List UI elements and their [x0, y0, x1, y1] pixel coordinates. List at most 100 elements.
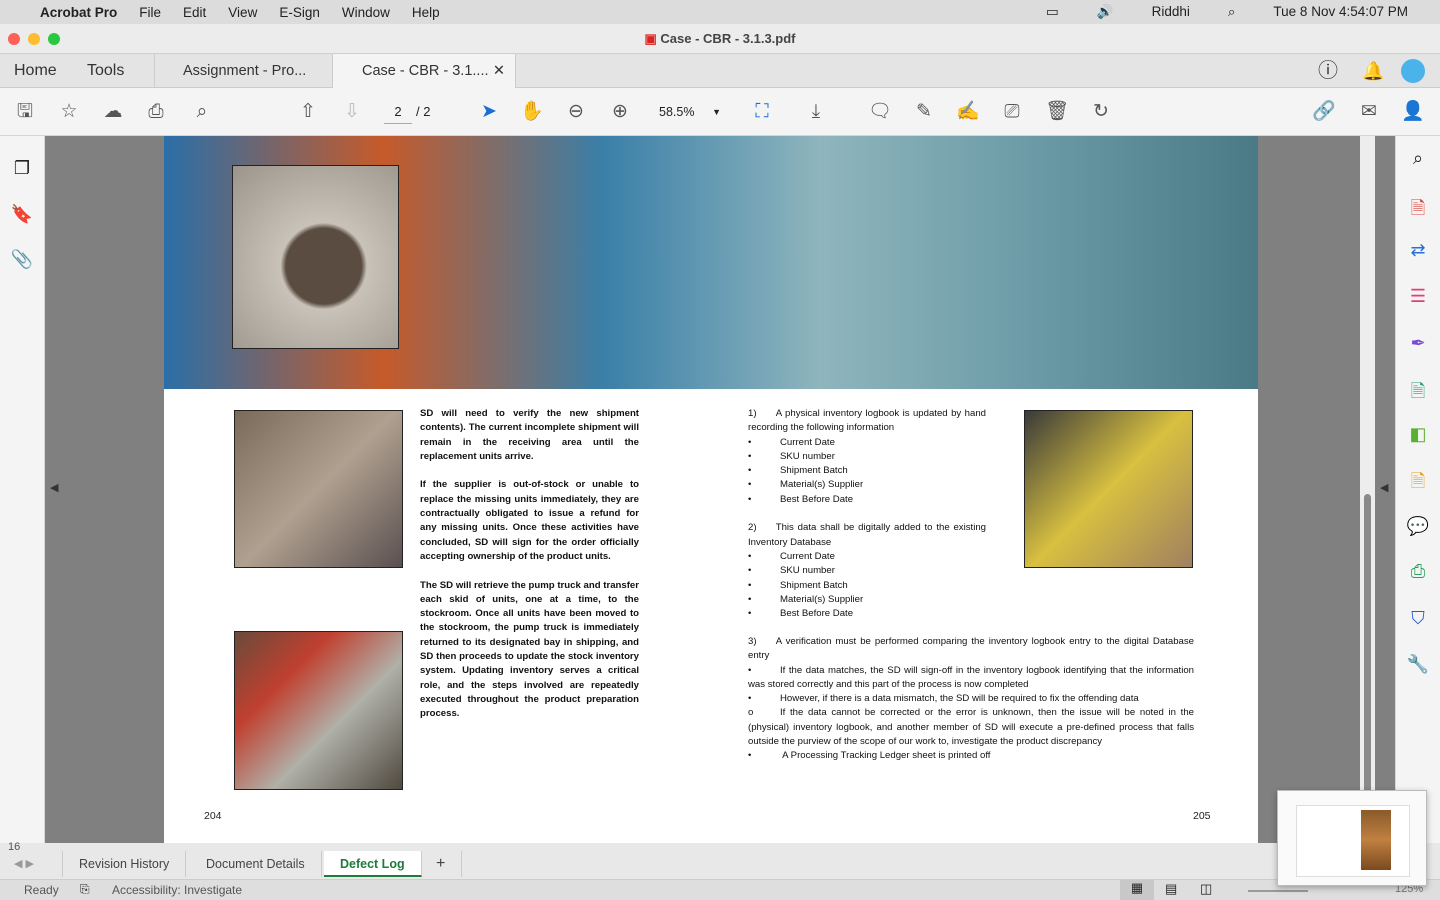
thumbnail-image: [1361, 810, 1391, 870]
menu-file[interactable]: File: [139, 5, 161, 20]
compare-icon[interactable]: ◧: [1406, 424, 1430, 448]
create-pdf-icon[interactable]: 🗎: [1406, 196, 1430, 220]
battery-icon[interactable]: ▭: [1046, 4, 1059, 20]
search-icon[interactable]: ⌕: [1228, 4, 1236, 20]
left-nav-panel: ❐ 🔖 📎: [0, 136, 45, 843]
menu-app[interactable]: Acrobat Pro: [40, 5, 117, 20]
edit-pdf-icon[interactable]: 🗎: [1406, 469, 1430, 493]
close-window-button[interactable]: [8, 33, 20, 45]
close-tab-icon[interactable]: ✕: [493, 54, 505, 88]
zoom-slider[interactable]: [1248, 890, 1308, 892]
pdf-icon: ▣: [644, 31, 661, 46]
tab-home[interactable]: Home: [14, 54, 57, 88]
zoom-out-icon[interactable]: ⊖: [564, 100, 588, 124]
item-text: A Processing Tracking Ledger sheet is pr…: [780, 750, 991, 762]
tab-label: Case - CBR - 3.1....: [362, 63, 489, 79]
print-icon[interactable]: ⎙: [144, 100, 168, 124]
send-review-icon[interactable]: 🗎: [1406, 379, 1430, 403]
minimize-window-button[interactable]: [28, 33, 40, 45]
scrollbar-thumb[interactable]: [1364, 494, 1371, 794]
select-cursor-icon[interactable]: ➤: [477, 100, 501, 124]
highlight-icon[interactable]: ✎: [912, 100, 936, 124]
worker-pump-truck-image: [234, 631, 403, 790]
share-user-icon[interactable]: 👤: [1401, 100, 1425, 124]
vertical-scrollbar[interactable]: [1360, 136, 1375, 843]
menu-edit[interactable]: Edit: [183, 5, 206, 20]
tab-case-cbr[interactable]: Case - CBR - 3.1.... ✕: [332, 54, 516, 88]
fill-sign-icon[interactable]: ✒: [1406, 333, 1430, 357]
worker-pallet-image: [234, 410, 403, 568]
menu-user[interactable]: Riddhi: [1152, 4, 1190, 20]
left-column-text: SD will need to verify the new shipment …: [420, 407, 639, 722]
window-title: Case - CBR - 3.1.3.pdf: [660, 31, 796, 46]
protect-shield-icon[interactable]: ⛉: [1406, 608, 1430, 632]
zoom-search-icon[interactable]: ⌕: [190, 100, 214, 124]
avatar[interactable]: [1401, 59, 1425, 83]
organize-pages-icon[interactable]: ☰: [1406, 286, 1430, 310]
item-text: If the data matches, the SD will sign-of…: [748, 664, 1194, 690]
menu-view[interactable]: View: [228, 5, 257, 20]
page-number-input[interactable]: 2: [384, 100, 412, 124]
macro-icon[interactable]: ⎘: [80, 882, 90, 897]
add-sheet-button[interactable]: +: [420, 851, 463, 877]
row-number: 16: [8, 841, 21, 853]
export-pdf-icon[interactable]: ⇄: [1406, 240, 1430, 264]
zoom-tool-icon[interactable]: ⌕: [1406, 148, 1430, 172]
tab-tools[interactable]: Tools: [87, 54, 124, 88]
worker-coffee-bags-image: [1024, 410, 1193, 568]
expand-left-panel-icon[interactable]: ◀: [50, 481, 58, 494]
zoom-window-button[interactable]: [48, 33, 60, 45]
sheet-scroll-arrows[interactable]: ◀ ▶: [14, 857, 34, 870]
tab-assignment[interactable]: Assignment - Pro...: [154, 54, 332, 88]
bullet: •: [748, 693, 752, 705]
link-icon[interactable]: 🔗: [1312, 100, 1336, 124]
sheet-tab-document-details[interactable]: Document Details: [190, 851, 322, 877]
help-icon[interactable]: ⓘ: [1318, 54, 1338, 88]
zoom-in-icon[interactable]: ⊕: [608, 100, 632, 124]
menu-window[interactable]: Window: [342, 5, 390, 20]
menu-clock[interactable]: Tue 8 Nov 4:54:07 PM: [1273, 4, 1408, 20]
sheet-tab-defect-log[interactable]: Defect Log: [324, 851, 422, 877]
field-item: Material(s) Supplier: [780, 593, 864, 605]
sheet-tab-revision-history[interactable]: Revision History: [62, 851, 187, 877]
save-icon[interactable]: 🖫: [13, 100, 37, 124]
sign-icon[interactable]: ✍: [956, 100, 980, 124]
expand-right-panel-icon[interactable]: ◀: [1380, 481, 1388, 494]
page-layout-icon[interactable]: ▤: [1165, 881, 1177, 897]
comment-tool-icon[interactable]: 💬: [1406, 516, 1430, 540]
page-down-icon[interactable]: ⇩: [340, 100, 364, 124]
status-ready: Ready: [24, 883, 59, 897]
attachment-icon[interactable]: 📎: [10, 249, 34, 273]
field-item: Best Before Date: [780, 493, 854, 505]
menu-help[interactable]: Help: [412, 5, 440, 20]
pages-icon[interactable]: ❐: [10, 158, 34, 182]
page-up-icon[interactable]: ⇧: [296, 100, 320, 124]
hand-icon[interactable]: ✋: [520, 100, 544, 124]
stamp-icon[interactable]: ⎚: [1000, 100, 1024, 124]
step3-item: • A Processing Tracking Ledger sheet is …: [748, 749, 1194, 763]
redo-icon[interactable]: ↻: [1089, 100, 1113, 124]
menu-esign[interactable]: E-Sign: [279, 5, 320, 20]
bookmark-icon[interactable]: 🔖: [10, 204, 34, 228]
volume-icon[interactable]: 🔊: [1097, 4, 1114, 20]
normal-view-icon[interactable]: ▦: [1120, 880, 1154, 900]
scroll-mode-icon[interactable]: ⤓: [804, 100, 828, 124]
document-viewport[interactable]: ◀ SD will need to verify the new shipmen…: [45, 136, 1395, 843]
page-break-icon[interactable]: ◫: [1200, 881, 1212, 897]
fit-page-icon[interactable]: ⛶: [750, 100, 774, 124]
upload-cloud-icon[interactable]: ☁: [101, 100, 125, 124]
bullet: •: [748, 750, 752, 762]
print-production-icon[interactable]: ⎙: [1406, 561, 1430, 585]
bell-icon[interactable]: 🔔: [1362, 54, 1384, 88]
comment-icon[interactable]: 🗨: [868, 100, 892, 124]
more-tools-wrench-icon[interactable]: 🔧: [1406, 654, 1430, 678]
mail-icon[interactable]: ✉: [1357, 100, 1381, 124]
window-thumbnail-preview[interactable]: [1277, 790, 1427, 886]
accessibility-status[interactable]: Accessibility: Investigate: [112, 883, 242, 897]
star-icon[interactable]: ☆: [57, 100, 81, 124]
menu-bar: Acrobat Pro File Edit View E-Sign Window…: [0, 0, 1440, 24]
zoom-dropdown[interactable]: 58.5% ▼: [652, 100, 727, 124]
trash-icon[interactable]: 🗑: [1045, 100, 1069, 124]
bullet: •: [748, 664, 752, 676]
step-1: 1) A physical inventory logbook is updat…: [748, 408, 986, 434]
